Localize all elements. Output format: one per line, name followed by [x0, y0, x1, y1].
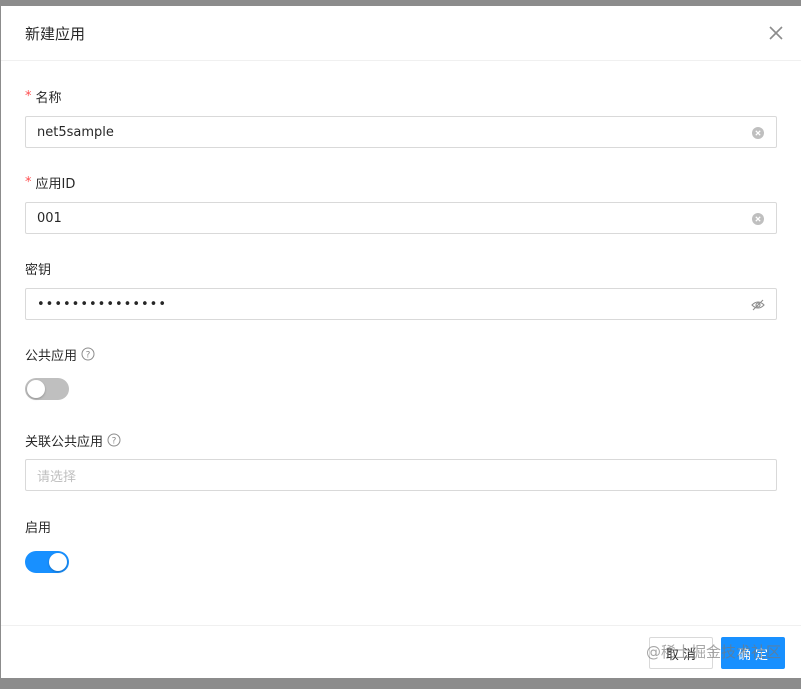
eye-invisible-icon[interactable] — [751, 297, 765, 311]
svg-text:?: ? — [112, 437, 117, 447]
app-id-input[interactable]: 001 — [25, 202, 777, 234]
form-item-public-app: 公共应用 ? — [25, 344, 777, 400]
app-id-input-value: 001 — [37, 210, 62, 226]
form-item-linked-public-app: 关联公共应用 ? 请选择 — [25, 430, 777, 491]
name-label: * 名称 — [25, 86, 777, 106]
cancel-button[interactable]: 取 消 — [649, 637, 713, 669]
linked-public-app-label: 关联公共应用 ? — [25, 430, 777, 450]
switch-knob — [27, 380, 45, 398]
name-input-value: net5sample — [37, 124, 114, 140]
select-placeholder: 请选择 — [37, 469, 77, 485]
enable-label: 启用 — [25, 516, 777, 536]
clear-icon[interactable] — [751, 211, 765, 225]
required-mark: * — [25, 88, 32, 104]
public-app-label-text: 公共应用 — [25, 348, 78, 364]
ok-button[interactable]: 确 定 — [721, 637, 785, 669]
new-app-modal: 新建应用 * 名称 net5sample * 应用ID 001 密钥 •••••… — [1, 6, 801, 678]
modal-title: 新建应用 — [25, 25, 86, 43]
name-label-text: 名称 — [35, 90, 62, 106]
enable-switch[interactable] — [25, 551, 69, 573]
linked-public-app-label-text: 关联公共应用 — [25, 434, 104, 450]
public-app-switch[interactable] — [25, 378, 69, 400]
form-item-enable: 启用 — [25, 516, 777, 573]
svg-text:?: ? — [86, 351, 91, 361]
name-input[interactable]: net5sample — [25, 116, 777, 148]
enable-label-text: 启用 — [25, 520, 52, 536]
modal-footer: 取 消 确 定 — [1, 625, 801, 678]
question-circle-icon[interactable]: ? — [107, 433, 121, 447]
close-icon[interactable] — [765, 22, 787, 44]
app-id-label-text: 应用ID — [35, 176, 76, 192]
clear-icon[interactable] — [751, 125, 765, 139]
app-id-label: * 应用ID — [25, 172, 777, 192]
form-item-name: * 名称 net5sample — [25, 86, 777, 148]
required-mark: * — [25, 174, 32, 190]
modal-header: 新建应用 — [1, 6, 801, 61]
public-app-label: 公共应用 ? — [25, 344, 777, 364]
secret-label-text: 密钥 — [25, 262, 52, 278]
question-circle-icon[interactable]: ? — [81, 347, 95, 361]
secret-input[interactable]: ••••••••••••••• — [25, 288, 777, 320]
secret-label: 密钥 — [25, 258, 777, 278]
form-item-app-id: * 应用ID 001 — [25, 172, 777, 234]
switch-knob — [49, 553, 67, 571]
secret-input-value: ••••••••••••••• — [37, 296, 168, 312]
linked-public-app-select[interactable]: 请选择 — [25, 459, 777, 491]
form-item-secret: 密钥 ••••••••••••••• — [25, 258, 777, 320]
